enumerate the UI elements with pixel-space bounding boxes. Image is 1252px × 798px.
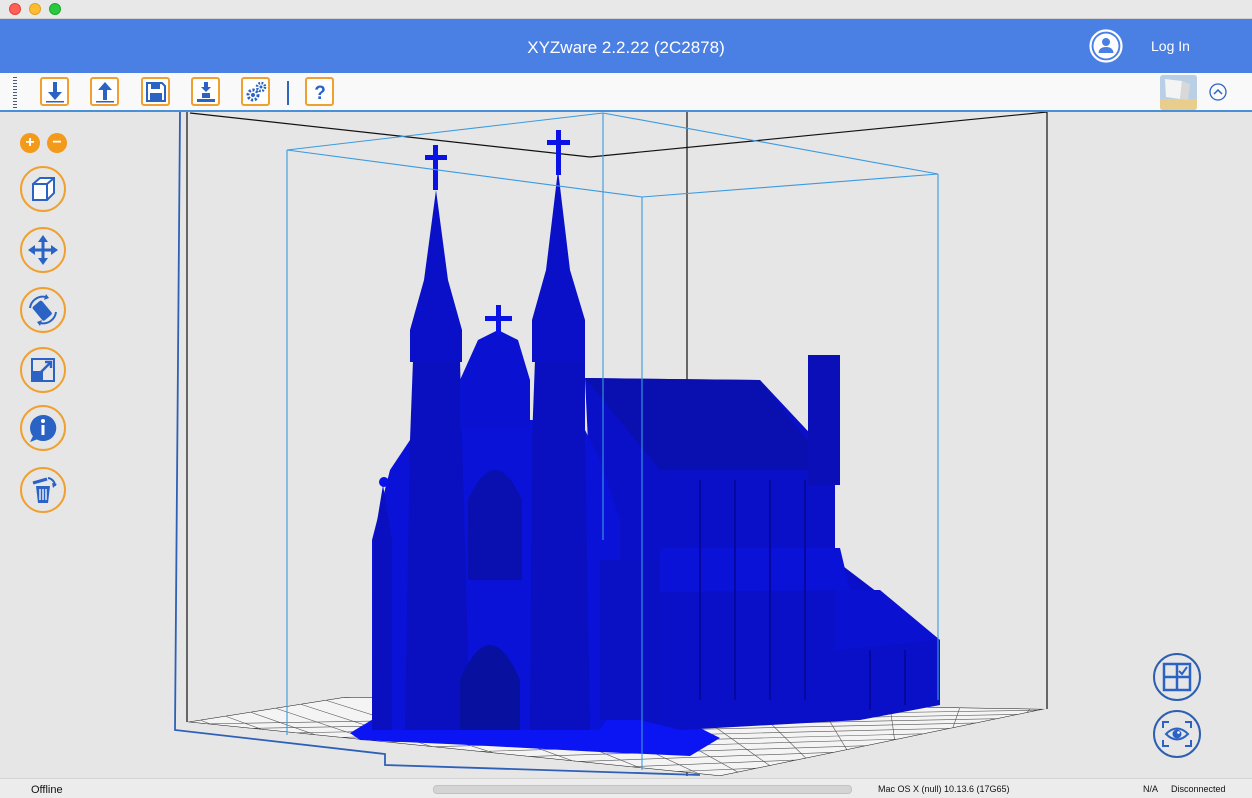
floppy-disk-icon — [145, 81, 166, 102]
view-mode-button[interactable] — [1153, 710, 1201, 758]
move-button[interactable] — [20, 227, 66, 273]
device-status: Disconnected — [1171, 784, 1226, 794]
build-volume-scene — [174, 112, 1048, 776]
gears-icon — [246, 81, 266, 101]
eye-view-icon — [1162, 721, 1192, 747]
chevron-up-icon[interactable] — [1209, 83, 1227, 101]
rotate-icon — [29, 294, 57, 326]
layout-button[interactable] — [1153, 653, 1201, 701]
main-toolbar: ? — [0, 73, 1252, 112]
printer-info: N/A — [1143, 784, 1159, 794]
delete-button[interactable] — [20, 467, 66, 513]
export-button[interactable] — [90, 77, 119, 106]
user-circle-icon[interactable] — [1089, 29, 1123, 63]
login-link[interactable]: Log In — [1151, 38, 1190, 54]
zoom-in-button[interactable]: + — [20, 133, 40, 153]
app-title: XYZware 2.2.22 (2C2878) — [527, 38, 725, 57]
info-icon — [30, 414, 57, 442]
horizontal-scrollbar[interactable] — [433, 785, 852, 794]
download-arrow-icon — [45, 81, 64, 102]
view-button[interactable] — [20, 166, 66, 212]
print-button[interactable] — [191, 77, 220, 106]
status-bar: Offline Mac OS X (null) 10.13.6 (17G65) … — [0, 778, 1252, 798]
question-mark-icon: ? — [314, 83, 326, 103]
printer-platform-icon — [196, 81, 215, 102]
import-button[interactable] — [40, 77, 69, 106]
window-zoom-button[interactable] — [49, 3, 61, 15]
connection-status: Offline — [31, 784, 63, 796]
delete-icon — [32, 477, 57, 503]
app-header: XYZware 2.2.22 (2C2878) Log In — [0, 19, 1252, 73]
toolbar-separator — [287, 81, 289, 105]
help-button[interactable]: ? — [305, 77, 334, 106]
zoom-out-button[interactable]: − — [47, 133, 67, 153]
move-icon — [28, 235, 58, 265]
save-button[interactable] — [141, 77, 170, 106]
3d-viewport[interactable] — [0, 112, 1252, 778]
view-cube-icon — [32, 177, 55, 201]
svg-text:?: ? — [314, 83, 326, 103]
cathedral-model — [350, 130, 940, 756]
scale-icon — [31, 358, 55, 382]
window-minimize-button[interactable] — [29, 3, 41, 15]
rotate-button[interactable] — [20, 287, 66, 333]
upload-arrow-icon — [95, 81, 114, 102]
window-close-button[interactable] — [9, 3, 21, 15]
os-info: Mac OS X (null) 10.13.6 (17G65) — [878, 784, 1010, 794]
model-thumbnail[interactable] — [1160, 75, 1197, 110]
window-titlebar — [0, 0, 1252, 19]
settings-button[interactable] — [241, 77, 270, 106]
scale-button[interactable] — [20, 347, 66, 393]
layout-grid-icon — [1162, 662, 1192, 692]
toolbar-grip[interactable] — [13, 77, 17, 109]
info-button[interactable] — [20, 405, 66, 451]
